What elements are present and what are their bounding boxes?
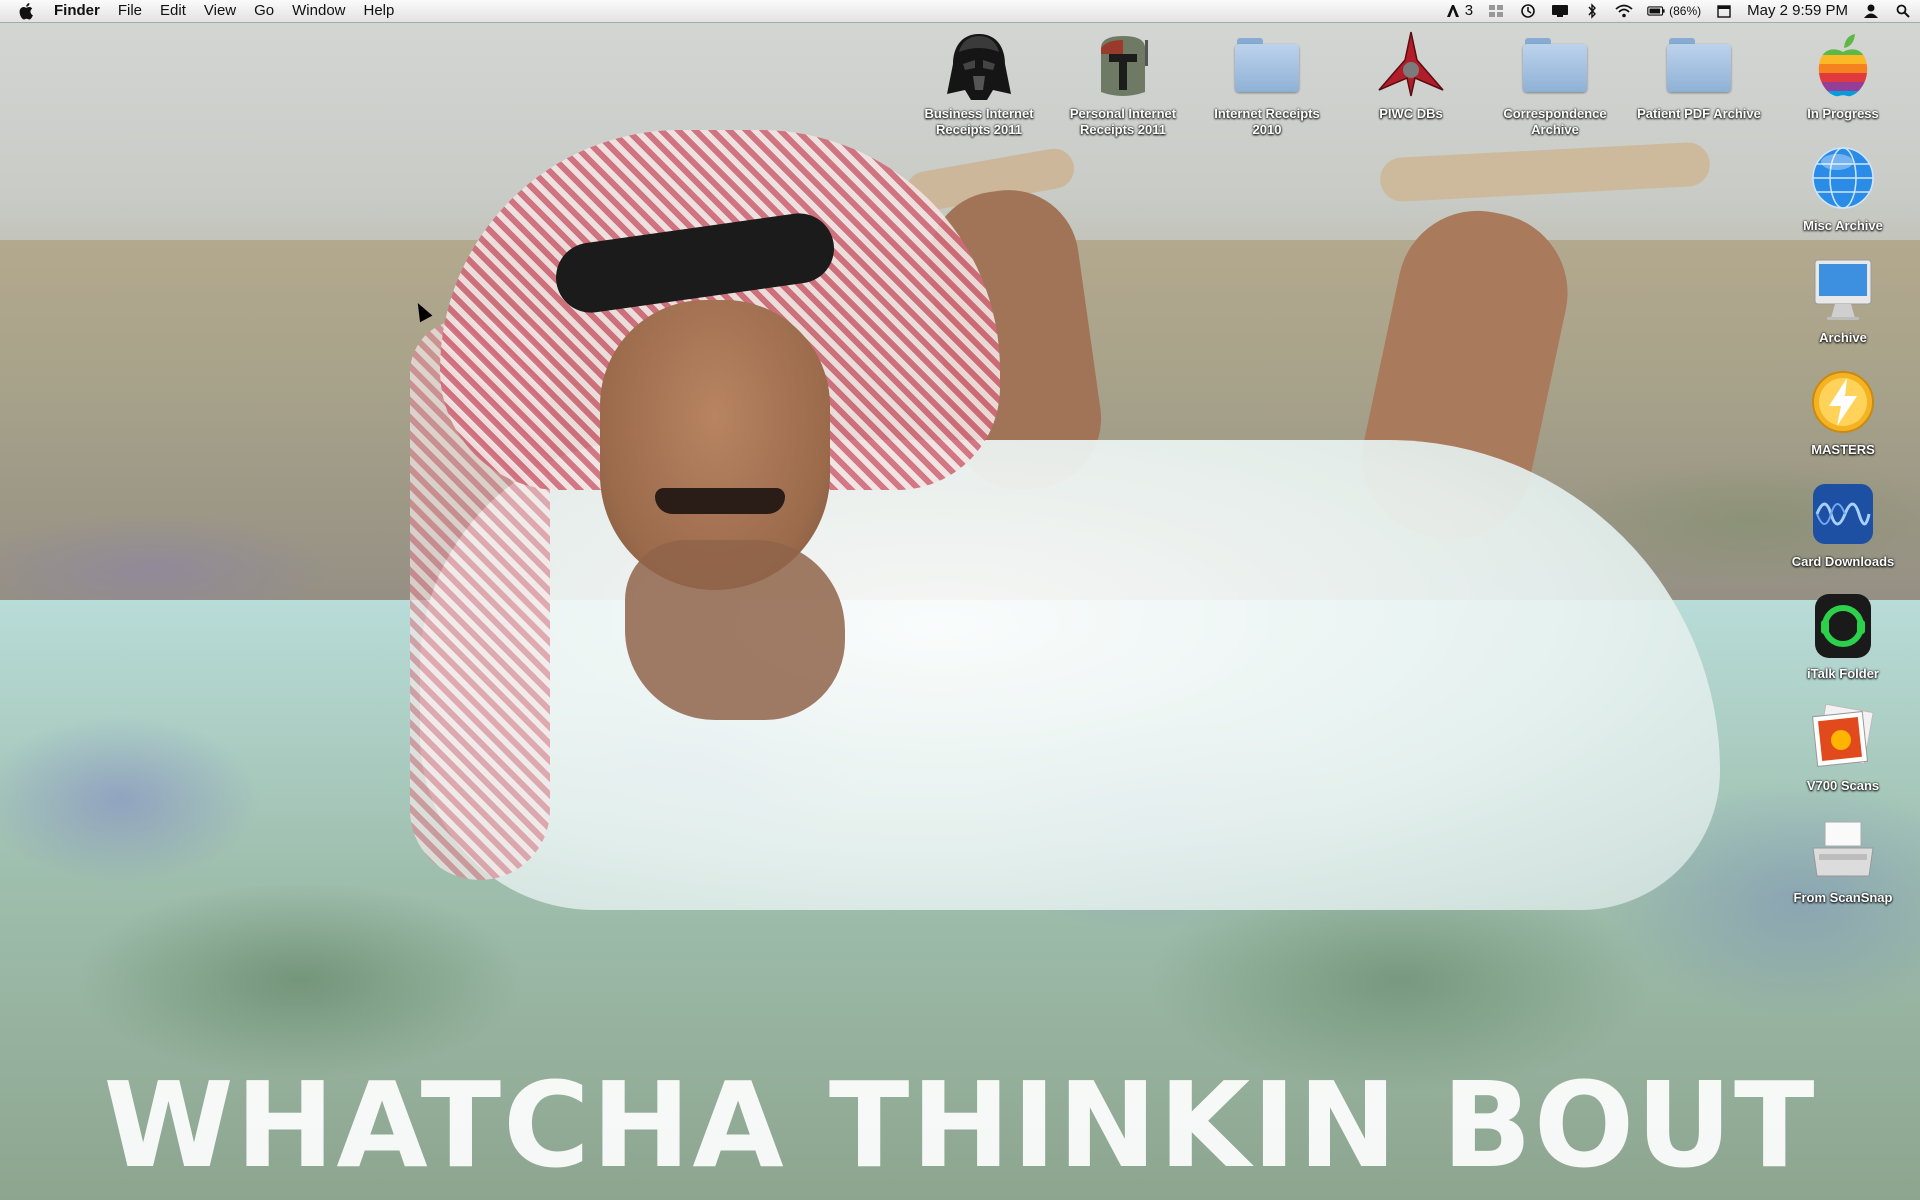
adobe-icon [1444, 3, 1462, 19]
desktop-icon-label: In Progress [1807, 106, 1879, 121]
battery-icon [1647, 3, 1665, 19]
photo-icon [1807, 702, 1879, 774]
menu-view[interactable]: View [195, 0, 245, 22]
battery-status[interactable]: (86%) [1647, 0, 1701, 22]
desktop-icon-label: PIWC DBs [1379, 106, 1443, 121]
user-icon[interactable] [1862, 3, 1880, 19]
desktop-icon-internet-receipts-2010[interactable]: Internet Receipts 2010 [1199, 30, 1335, 138]
desktop-icon-in-progress[interactable]: In Progress [1775, 30, 1911, 122]
status-area: 3 (86%) May 2 9:59 PM [1444, 0, 1912, 22]
klingon-emblem-icon [1375, 30, 1447, 102]
desktop-icon-label: MASTERS [1811, 442, 1875, 457]
desktop-icon-v700-scans[interactable]: V700 Scans [1775, 702, 1911, 794]
menu-edit[interactable]: Edit [151, 0, 195, 22]
globe-icon [1807, 142, 1879, 214]
bluetooth-icon[interactable] [1583, 3, 1601, 19]
wallpaper-caption: WHATCHA THINKIN BOUT [103, 1056, 1817, 1194]
desktop-icon-label: Business Internet Receipts 2011 [924, 106, 1034, 137]
desktop-wallpaper: WHATCHA THINKIN BOUT [0, 0, 1920, 1200]
scanner-icon [1807, 814, 1879, 886]
desktop-icon-label: Personal Internet Receipts 2011 [1069, 106, 1177, 137]
desktop-icon-card-downloads[interactable]: Card Downloads [1775, 478, 1911, 570]
menu-go[interactable]: Go [245, 0, 283, 22]
folder-icon [1231, 30, 1303, 102]
desktop-icon-masters[interactable]: MASTERS [1775, 366, 1911, 458]
desktop-icon-label: Patient PDF Archive [1637, 106, 1761, 121]
desktop-icon-piwc-dbs[interactable]: PIWC DBs [1343, 30, 1479, 122]
lightning-icon [1807, 366, 1879, 438]
menu-help[interactable]: Help [355, 0, 404, 22]
desktop-icon-misc-archive[interactable]: Misc Archive [1775, 142, 1911, 234]
imac-icon [1807, 254, 1879, 326]
desktop-icon-from-scansnap[interactable]: From ScanSnap [1775, 814, 1911, 906]
spaces-icon[interactable] [1487, 3, 1505, 19]
desktop-icon-label: Internet Receipts 2010 [1214, 106, 1320, 137]
calendar-icon[interactable] [1715, 3, 1733, 19]
desktop-icon-business-internet-receipts-2011[interactable]: Business Internet Receipts 2011 [911, 30, 1047, 138]
menu-finder[interactable]: Finder [46, 0, 109, 22]
folder-icon [1663, 30, 1735, 102]
adobe-count: 3 [1464, 2, 1474, 19]
adobe-updater-status[interactable]: 3 [1444, 0, 1473, 22]
desktop-icon-archive[interactable]: Archive [1775, 254, 1911, 346]
desktop-icon-label: Card Downloads [1791, 554, 1895, 569]
apple-logo-icon [1807, 30, 1879, 102]
apple-menu-icon[interactable] [16, 0, 38, 22]
spotlight-search-icon[interactable] [1894, 3, 1912, 19]
time-machine-icon[interactable] [1519, 3, 1537, 19]
desktop-icon-label: iTalk Folder [1807, 666, 1879, 681]
waveform-icon [1807, 478, 1879, 550]
desktop-icon-label: V700 Scans [1806, 778, 1880, 793]
folder-icon [1519, 30, 1591, 102]
headset-icon [1807, 590, 1879, 662]
wallpaper-hand [625, 540, 845, 720]
desktop-icon-italk-folder[interactable]: iTalk Folder [1775, 590, 1911, 682]
boba-fett-icon [1087, 30, 1159, 102]
darth-vader-icon [943, 30, 1015, 102]
desktop-icon-label: Correspondence Archive [1503, 106, 1607, 137]
desktop-icon-label: From ScanSnap [1793, 890, 1893, 905]
menu-window[interactable]: Window [283, 0, 354, 22]
clock[interactable]: May 2 9:59 PM [1747, 0, 1848, 22]
wallpaper-moustache [655, 488, 785, 514]
menu-bar: Finder File Edit View Go Window Help 3 (… [0, 0, 1920, 23]
desktop-icon-label: Archive [1819, 330, 1867, 345]
desktop-icon-label: Misc Archive [1803, 218, 1883, 233]
desktop-icon-patient-pdf-archive[interactable]: Patient PDF Archive [1631, 30, 1767, 122]
desktop-icon-personal-internet-receipts-2011[interactable]: Personal Internet Receipts 2011 [1055, 30, 1191, 138]
battery-percent: (86%) [1669, 4, 1702, 18]
display-icon[interactable] [1551, 3, 1569, 19]
desktop-icon-correspondence-archive[interactable]: Correspondence Archive [1487, 30, 1623, 138]
wifi-icon[interactable] [1615, 3, 1633, 19]
menu-file[interactable]: File [109, 0, 151, 22]
